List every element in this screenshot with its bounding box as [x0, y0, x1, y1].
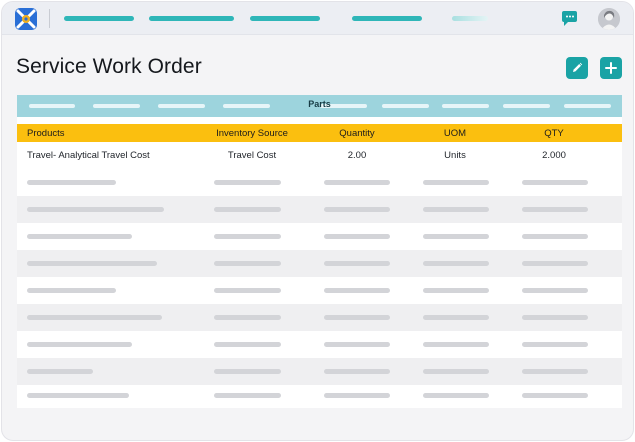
placeholder-line [324, 393, 390, 398]
cell-product: Travel- Analytical Travel Cost [27, 150, 150, 161]
chat-icon[interactable] [560, 10, 580, 28]
placeholder-line [522, 393, 588, 398]
placeholder-line [522, 207, 588, 212]
placeholder-line [27, 288, 116, 293]
nav-item-1[interactable] [64, 16, 134, 21]
placeholder-line [423, 180, 489, 185]
placeholder-line [324, 234, 390, 239]
placeholder-line [522, 180, 588, 185]
placeholder-line [423, 393, 489, 398]
placeholder-line [324, 369, 390, 374]
table-row-placeholder [17, 250, 622, 277]
edit-button[interactable] [566, 57, 588, 79]
placeholder-line [214, 315, 281, 320]
placeholder-line [27, 315, 162, 320]
table-row-placeholder [17, 196, 622, 223]
placeholder-line [522, 369, 588, 374]
column-header-quantity[interactable]: Quantity [313, 124, 401, 142]
placeholder-line [214, 180, 281, 185]
placeholder-line [423, 288, 489, 293]
add-button[interactable] [600, 57, 622, 79]
placeholder-line [423, 261, 489, 266]
cell-qty: 2.000 [542, 150, 566, 161]
placeholder-line [522, 261, 588, 266]
placeholder-line [27, 342, 132, 347]
placeholder-line [214, 207, 281, 212]
placeholder-line [423, 315, 489, 320]
user-avatar[interactable] [598, 8, 620, 30]
placeholder-line [214, 234, 281, 239]
placeholder-line [27, 369, 93, 374]
placeholder-line [214, 342, 281, 347]
topbar-divider [49, 9, 50, 28]
placeholder-line [214, 261, 281, 266]
placeholder-line [214, 369, 281, 374]
placeholder-line [324, 315, 390, 320]
column-header-inventory-source[interactable]: Inventory Source [200, 124, 304, 142]
plus-icon [605, 62, 617, 74]
nav-item-4[interactable] [352, 16, 422, 21]
parts-section-header: Parts [17, 95, 622, 117]
placeholder-line [27, 207, 164, 212]
placeholder-line [324, 261, 390, 266]
table-header-row: Products Inventory Source Quantity UOM Q… [17, 124, 622, 142]
table-row-placeholder [17, 331, 622, 358]
placeholder-line [27, 234, 132, 239]
nav-item-3[interactable] [250, 16, 320, 21]
placeholder-line [324, 180, 390, 185]
column-header-products[interactable]: Products [27, 124, 65, 142]
placeholder-line [214, 393, 281, 398]
placeholder-line [423, 342, 489, 347]
page-title: Service Work Order [16, 55, 202, 78]
table-row-placeholder [17, 277, 622, 304]
nav-item-5[interactable] [452, 16, 488, 21]
placeholder-line [522, 342, 588, 347]
column-header-qty[interactable]: QTY [510, 124, 598, 142]
table-row-placeholder [17, 223, 622, 250]
cell-quantity: 2.00 [347, 150, 367, 161]
app-window: Service Work Order Parts Products Invent… [1, 1, 634, 441]
placeholder-line [423, 234, 489, 239]
placeholder-line [27, 393, 129, 398]
placeholder-line [423, 207, 489, 212]
parts-section-title: Parts [308, 99, 331, 109]
table-row[interactable]: Travel- Analytical Travel Cost Travel Co… [17, 142, 622, 169]
pencil-icon [573, 62, 583, 72]
placeholder-line [324, 207, 390, 212]
table-row-placeholder [17, 169, 622, 196]
cell-uom: Units [444, 150, 466, 161]
cell-inventory-source: Travel Cost [227, 150, 277, 161]
placeholder-line [423, 369, 489, 374]
table-row-placeholder [17, 304, 622, 331]
placeholder-line [324, 342, 390, 347]
table-row-placeholder [17, 385, 622, 412]
placeholder-line [27, 180, 116, 185]
placeholder-line [324, 288, 390, 293]
avatar-icon [598, 8, 620, 30]
placeholder-line [27, 261, 157, 266]
app-logo-icon[interactable] [14, 7, 38, 31]
placeholder-line [522, 234, 588, 239]
top-bar [2, 2, 633, 35]
placeholder-line [522, 288, 588, 293]
parts-table: Parts Products Inventory Source Quantity… [17, 95, 622, 408]
placeholder-line [522, 315, 588, 320]
column-header-uom[interactable]: UOM [411, 124, 499, 142]
placeholder-line [214, 288, 281, 293]
table-row-placeholder [17, 358, 622, 385]
nav-item-2[interactable] [149, 16, 234, 21]
